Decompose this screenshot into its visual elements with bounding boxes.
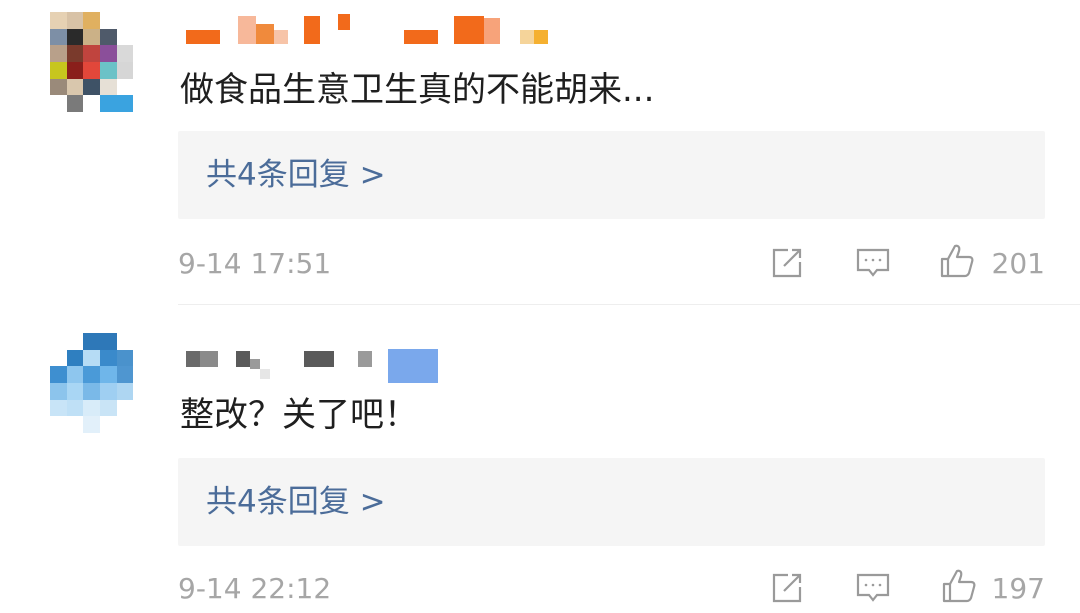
timestamp: 9-14 17:51 (178, 247, 332, 280)
reply-thread-box[interactable]: 共4条回复 > (178, 131, 1045, 219)
like-count: 201 (991, 247, 1045, 280)
comment-icon[interactable] (854, 244, 892, 282)
repost-icon[interactable] (768, 569, 806, 607)
comment-meta: 9-14 17:51 201 (178, 242, 1045, 286)
reply-thread-box[interactable]: 共4条回复 > (178, 458, 1045, 546)
comment-meta: 9-14 22:12 197 (178, 567, 1045, 611)
repost-icon[interactable] (768, 244, 806, 282)
like-count: 197 (991, 572, 1045, 605)
username[interactable] (180, 347, 450, 383)
comment-item: 整改？关了吧！ 共4条回复 > 9-14 22:12 197 (0, 305, 1080, 613)
view-replies-link[interactable]: 共4条回复 > (206, 482, 386, 522)
timestamp: 9-14 22:12 (178, 572, 332, 605)
comment-text: 做食品生意卫生真的不能胡来... (180, 70, 655, 110)
comment-text: 整改？关了吧！ (180, 395, 418, 435)
comment-icon[interactable] (854, 569, 892, 607)
avatar[interactable] (50, 12, 150, 112)
avatar[interactable] (50, 333, 150, 433)
like-icon[interactable] (938, 242, 976, 280)
comment-item: 做食品生意卫生真的不能胡来... 共4条回复 > 9-14 17:51 201 (0, 0, 1080, 305)
like-icon[interactable] (940, 567, 978, 605)
view-replies-link[interactable]: 共4条回复 > (206, 155, 386, 195)
username[interactable] (180, 12, 560, 48)
